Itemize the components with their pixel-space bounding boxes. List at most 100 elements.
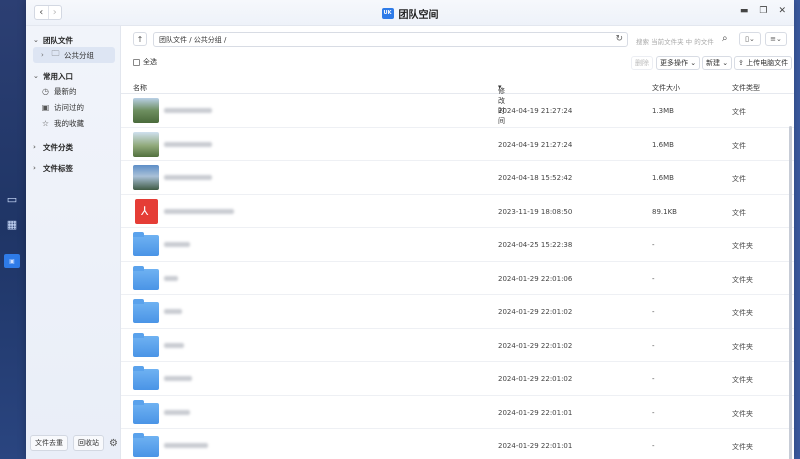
folder-icon (133, 433, 159, 457)
select-all[interactable]: 全选 (133, 57, 157, 67)
table-row[interactable]: 2023-11-19 18:08:50 89.1KB 文件 (121, 195, 794, 228)
desktop-dock: ▭ ▦ ▣ (0, 0, 26, 459)
sort-button[interactable]: ≡⌄ (765, 32, 787, 46)
file-name-redacted[interactable] (164, 376, 192, 381)
file-name-redacted[interactable] (164, 208, 234, 214)
folder-icon (133, 399, 159, 424)
file-name-redacted[interactable] (164, 275, 178, 281)
cell-modified: 2024-04-19 21:27:24 (498, 107, 573, 115)
file-name-redacted[interactable] (164, 342, 184, 348)
file-name-redacted[interactable] (164, 443, 208, 448)
table-row[interactable]: 2024-01-29 22:01:01 - 文件夹 (121, 429, 794, 459)
clock-icon: ◷ (42, 86, 49, 96)
table-row[interactable]: 2024-01-29 22:01:02 - 文件夹 (121, 295, 794, 329)
desktop-edge (794, 0, 800, 459)
star-icon: ☆ (41, 118, 50, 128)
chevron-down-icon: ⌄ (33, 36, 39, 44)
cell-modified: 2024-04-25 15:22:38 (498, 241, 573, 249)
cell-size: - (652, 442, 655, 450)
folder-icon: 🗀 (51, 49, 60, 58)
file-name-redacted[interactable] (164, 409, 190, 415)
scrollbar[interactable] (789, 126, 792, 459)
select-all-checkbox[interactable] (133, 58, 140, 66)
sidebar-item-recent[interactable]: ◷ 最新的 (33, 83, 115, 99)
team-space-dock-icon[interactable]: ▣ (4, 254, 20, 268)
cell-type: 文件夹 (732, 275, 753, 284)
file-name-redacted[interactable] (164, 108, 212, 113)
table-row[interactable]: 2024-04-19 21:27:24 1.6MB 文件 (121, 128, 794, 161)
minimize-icon[interactable]: ▬ (740, 6, 749, 16)
table-row[interactable]: 2024-01-29 22:01:02 - 文件夹 (121, 362, 794, 396)
refresh-icon[interactable]: ↻ (615, 34, 623, 44)
folder-icon (133, 332, 159, 357)
table-row[interactable]: 2024-04-18 15:52:42 1.6MB 文件 (121, 161, 794, 195)
delete-button[interactable]: 删除 (631, 56, 653, 70)
monitor-icon[interactable]: ▭ (4, 192, 20, 206)
file-name-redacted[interactable] (164, 242, 190, 247)
sidebar-group-file-category[interactable]: › 文件分类 (26, 140, 120, 154)
close-icon[interactable]: ✕ (778, 6, 786, 16)
gear-icon[interactable]: ⚙ (109, 438, 118, 449)
search-icon[interactable]: ⌕ (722, 33, 728, 44)
file-name-redacted[interactable] (164, 309, 182, 314)
col-name[interactable]: 名称 (133, 83, 147, 93)
sidebar-group-team-files[interactable]: ⌄ 团队文件 (26, 33, 120, 47)
chevron-right-icon: › (33, 164, 36, 172)
breadcrumb[interactable]: 团队文件 / 公共分组 / (159, 35, 226, 45)
up-arrow-icon[interactable]: ↑ (133, 32, 147, 46)
image-thumbnail (133, 131, 159, 157)
table-row[interactable]: 2024-01-29 22:01:01 - 文件夹 (121, 396, 794, 429)
cell-size: 1.6MB (652, 174, 674, 182)
image-thumbnail (133, 165, 159, 190)
team-space-window: ‹ › UK 团队空间 ▬ ❐ ✕ ⌄ 团队文件 › 🗀 公共分组 ⌄ 常用入口 (26, 0, 794, 459)
file-browser: ↑ 团队文件 / 公共分组 / ↻ 搜索 当前文件夹 中 的文件 ⌕ ▯⌄ ≡⌄… (121, 26, 794, 459)
sidebar-item-favorites[interactable]: ☆ 我的收藏 (33, 115, 115, 131)
path-toolbar: ↑ 团队文件 / 公共分组 / ↻ 搜索 当前文件夹 中 的文件 ⌕ ▯⌄ ≡⌄ (121, 26, 794, 52)
chevron-right-icon: › (33, 143, 36, 151)
file-name-redacted[interactable] (164, 175, 212, 180)
cell-modified: 2024-01-29 22:01:01 (498, 408, 573, 417)
search-input[interactable]: 搜索 当前文件夹 中 的文件 (636, 36, 714, 46)
cell-type: 文件 (732, 175, 746, 183)
pdf-file-icon (135, 198, 158, 224)
cell-size: - (652, 341, 655, 350)
cell-type: 文件夹 (732, 309, 753, 317)
cell-size: 89.1KB (652, 207, 677, 216)
path-bar[interactable]: 团队文件 / 公共分组 / ↻ (153, 32, 628, 47)
sidebar-group-common[interactable]: ⌄ 常用入口 (26, 69, 120, 83)
file-name-redacted[interactable] (164, 141, 212, 147)
cell-modified: 2024-01-29 22:01:02 (498, 341, 573, 350)
cell-type: 文件夹 (732, 242, 753, 250)
sidebar-item-visited[interactable]: ▣ 访问过的 (33, 99, 115, 115)
sidebar-group-file-tags[interactable]: › 文件标签 (26, 161, 120, 175)
table-row[interactable]: 2024-01-29 22:01:06 - 文件夹 (121, 262, 794, 295)
recycle-bin-button[interactable]: 回收站 (73, 435, 104, 451)
action-toolbar: 全选 删除 更多操作 ⌄ 新建 ⌄ ⇪ 上传电脑文件 (121, 52, 794, 74)
cell-modified: 2024-01-29 22:01:06 (498, 274, 573, 283)
upload-button[interactable]: ⇪ 上传电脑文件 (734, 56, 793, 70)
cell-type: 文件夹 (732, 409, 753, 418)
dedupe-button[interactable]: 文件去重 (30, 435, 68, 451)
view-mode-button[interactable]: ▯⌄ (739, 32, 761, 46)
sidebar-item-public-group[interactable]: › 🗀 公共分组 (33, 47, 115, 63)
col-modified[interactable]: 修改时间 ▾ (498, 83, 505, 125)
window-controls: ▬ ❐ ✕ (740, 6, 786, 16)
col-size[interactable]: 文件大小 (652, 83, 680, 93)
col-type[interactable]: 文件类型 (732, 83, 760, 93)
sidebar-footer: 文件去重 回收站 ⚙ (30, 435, 118, 451)
more-actions-button[interactable]: 更多操作 ⌄ (656, 56, 701, 70)
restore-icon[interactable]: ❐ (759, 6, 767, 16)
folder-icon (133, 366, 159, 390)
new-button[interactable]: 新建 ⌄ (702, 56, 733, 70)
table-row[interactable]: 2024-04-25 15:22:38 - 文件夹 (121, 228, 794, 262)
cell-modified: 2024-01-29 22:01:02 (498, 375, 573, 383)
cell-size: - (652, 274, 655, 283)
table-row[interactable]: 2024-01-29 22:01:02 - 文件夹 (121, 329, 794, 362)
cell-modified: 2024-01-29 22:01:02 (498, 308, 573, 316)
cell-size: - (652, 308, 655, 316)
apps-grid-icon[interactable]: ▦ (4, 217, 20, 231)
cell-type: 文件夹 (732, 342, 753, 351)
image-thumbnail (133, 98, 159, 123)
cell-size: 1.6MB (652, 140, 674, 149)
table-row[interactable]: 2024-04-19 21:27:24 1.3MB 文件 (121, 94, 794, 128)
